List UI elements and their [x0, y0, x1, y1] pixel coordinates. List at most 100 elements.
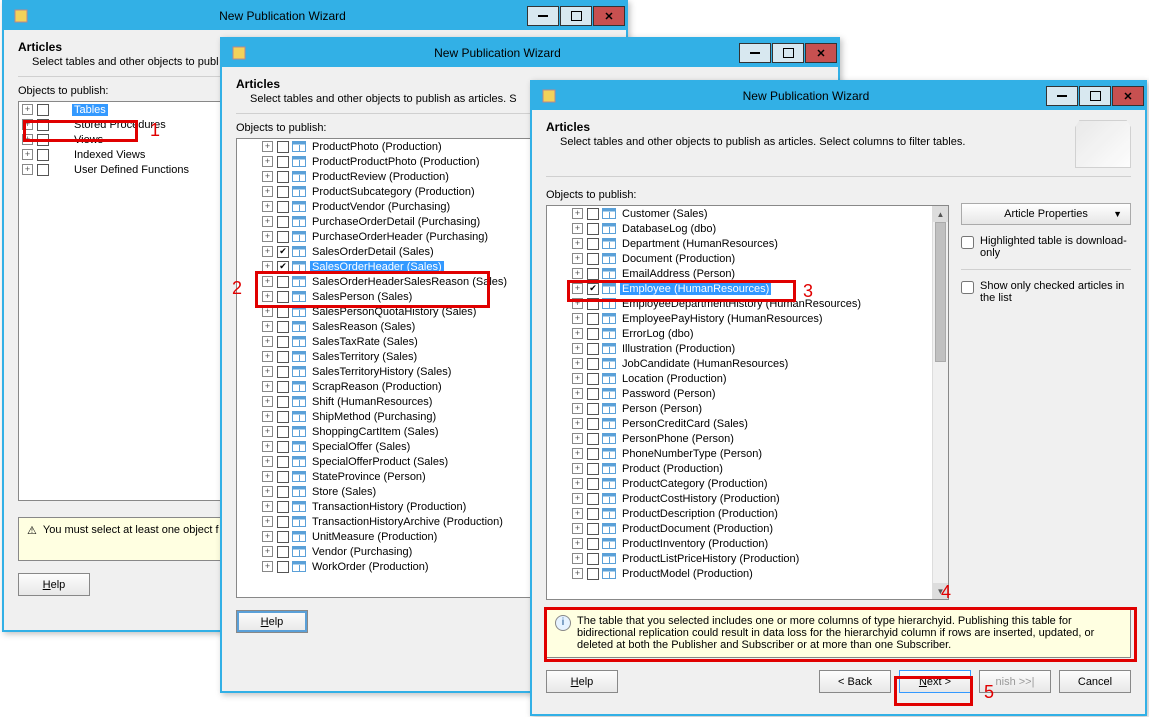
expander-icon[interactable]: +	[262, 141, 273, 152]
expander-icon[interactable]: +	[572, 268, 583, 279]
tree-node[interactable]: +ProductModel (Production)	[569, 566, 932, 581]
checkbox[interactable]	[277, 141, 289, 153]
checkbox[interactable]	[37, 104, 49, 116]
expander-icon[interactable]: +	[262, 231, 273, 242]
tree-node[interactable]: +ErrorLog (dbo)	[569, 326, 932, 341]
scroll-down-button[interactable]: ▼	[933, 583, 948, 599]
expander-icon[interactable]: +	[262, 261, 273, 272]
highlighted-download-only-checkbox[interactable]: Highlighted table is download-only	[961, 235, 1131, 259]
checkbox[interactable]	[37, 164, 49, 176]
checkbox[interactable]	[587, 328, 599, 340]
tree-node[interactable]: +ProductDocument (Production)	[569, 521, 932, 536]
expander-icon[interactable]: +	[262, 246, 273, 257]
checkbox[interactable]	[587, 448, 599, 460]
scroll-up-button[interactable]: ▲	[933, 206, 948, 222]
checkbox[interactable]	[277, 411, 289, 423]
checkbox[interactable]	[587, 523, 599, 535]
tree-node[interactable]: +ProductDescription (Production)	[569, 506, 932, 521]
close-button[interactable]	[593, 6, 625, 26]
expander-icon[interactable]: +	[572, 403, 583, 414]
tree-node[interactable]: +Employee (HumanResources)	[569, 281, 932, 296]
expander-icon[interactable]: +	[262, 456, 273, 467]
checkbox[interactable]	[277, 441, 289, 453]
checkbox[interactable]	[37, 119, 49, 131]
checkbox[interactable]	[277, 486, 289, 498]
expander-icon[interactable]: +	[262, 441, 273, 452]
checkbox[interactable]	[587, 358, 599, 370]
checkbox[interactable]	[277, 381, 289, 393]
tree-node[interactable]: +Password (Person)	[569, 386, 932, 401]
maximize-button[interactable]	[560, 6, 592, 26]
tree-node[interactable]: +EmployeePayHistory (HumanResources)	[569, 311, 932, 326]
checkbox[interactable]	[587, 403, 599, 415]
expander-icon[interactable]: +	[572, 493, 583, 504]
expander-icon[interactable]: +	[262, 306, 273, 317]
expander-icon[interactable]: +	[262, 531, 273, 542]
expander-icon[interactable]: +	[572, 463, 583, 474]
titlebar[interactable]: New Publication Wizard	[532, 82, 1145, 110]
expander-icon[interactable]: +	[262, 216, 273, 227]
help-button[interactable]: Help	[236, 610, 308, 633]
checkbox[interactable]	[587, 208, 599, 220]
maximize-button[interactable]	[772, 43, 804, 63]
expander-icon[interactable]: +	[262, 516, 273, 527]
checkbox[interactable]	[587, 568, 599, 580]
expander-icon[interactable]: +	[572, 358, 583, 369]
checkbox[interactable]	[277, 336, 289, 348]
tree-node[interactable]: +JobCandidate (HumanResources)	[569, 356, 932, 371]
maximize-button[interactable]	[1079, 86, 1111, 106]
expander-icon[interactable]: +	[262, 156, 273, 167]
expander-icon[interactable]: +	[262, 351, 273, 362]
checkbox[interactable]	[277, 396, 289, 408]
expander-icon[interactable]: +	[572, 328, 583, 339]
checkbox[interactable]	[587, 223, 599, 235]
expander-icon[interactable]: +	[22, 119, 33, 130]
checkbox[interactable]	[277, 351, 289, 363]
expander-icon[interactable]: +	[22, 149, 33, 160]
checkbox[interactable]	[587, 298, 599, 310]
expander-icon[interactable]: +	[572, 538, 583, 549]
expander-icon[interactable]: +	[262, 486, 273, 497]
checkbox[interactable]	[277, 366, 289, 378]
tree-node[interactable]: +Product (Production)	[569, 461, 932, 476]
expander-icon[interactable]: +	[572, 238, 583, 249]
help-button[interactable]: Help	[18, 573, 90, 596]
expander-icon[interactable]: +	[572, 313, 583, 324]
tree-node[interactable]: +EmployeeDepartmentHistory (HumanResourc…	[569, 296, 932, 311]
expander-icon[interactable]: +	[572, 553, 583, 564]
expander-icon[interactable]: +	[572, 373, 583, 384]
tree-node[interactable]: +ProductCostHistory (Production)	[569, 491, 932, 506]
checkbox[interactable]	[37, 134, 49, 146]
tree-node[interactable]: +PhoneNumberType (Person)	[569, 446, 932, 461]
expander-icon[interactable]: +	[572, 298, 583, 309]
checkbox[interactable]	[277, 426, 289, 438]
checkbox[interactable]	[587, 463, 599, 475]
cancel-button[interactable]: Cancel	[1059, 670, 1131, 693]
objects-tree[interactable]: +Customer (Sales)+DatabaseLog (dbo)+Depa…	[546, 205, 949, 600]
expander-icon[interactable]: +	[262, 501, 273, 512]
checkbox[interactable]	[277, 501, 289, 513]
expander-icon[interactable]: +	[262, 291, 273, 302]
article-properties-dropdown[interactable]: Article Properties▼	[961, 203, 1131, 225]
checkbox[interactable]	[587, 238, 599, 250]
expander-icon[interactable]: +	[262, 276, 273, 287]
expander-icon[interactable]: +	[572, 448, 583, 459]
expander-icon[interactable]: +	[262, 321, 273, 332]
tree-node[interactable]: +Person (Person)	[569, 401, 932, 416]
checkbox[interactable]	[277, 306, 289, 318]
checkbox[interactable]	[587, 253, 599, 265]
back-button[interactable]: < Back	[819, 670, 891, 693]
show-only-checked-checkbox[interactable]: Show only checked articles in the list	[961, 280, 1131, 304]
expander-icon[interactable]: +	[22, 164, 33, 175]
expander-icon[interactable]: +	[572, 478, 583, 489]
checkbox[interactable]	[277, 216, 289, 228]
checkbox[interactable]	[277, 471, 289, 483]
tree-node[interactable]: +PersonPhone (Person)	[569, 431, 932, 446]
titlebar[interactable]: New Publication Wizard	[4, 2, 626, 30]
expander-icon[interactable]: +	[262, 396, 273, 407]
next-button[interactable]: Next >	[899, 670, 971, 693]
checkbox[interactable]	[277, 561, 289, 573]
tree-node[interactable]: +Department (HumanResources)	[569, 236, 932, 251]
expander-icon[interactable]: +	[262, 336, 273, 347]
minimize-button[interactable]	[739, 43, 771, 63]
